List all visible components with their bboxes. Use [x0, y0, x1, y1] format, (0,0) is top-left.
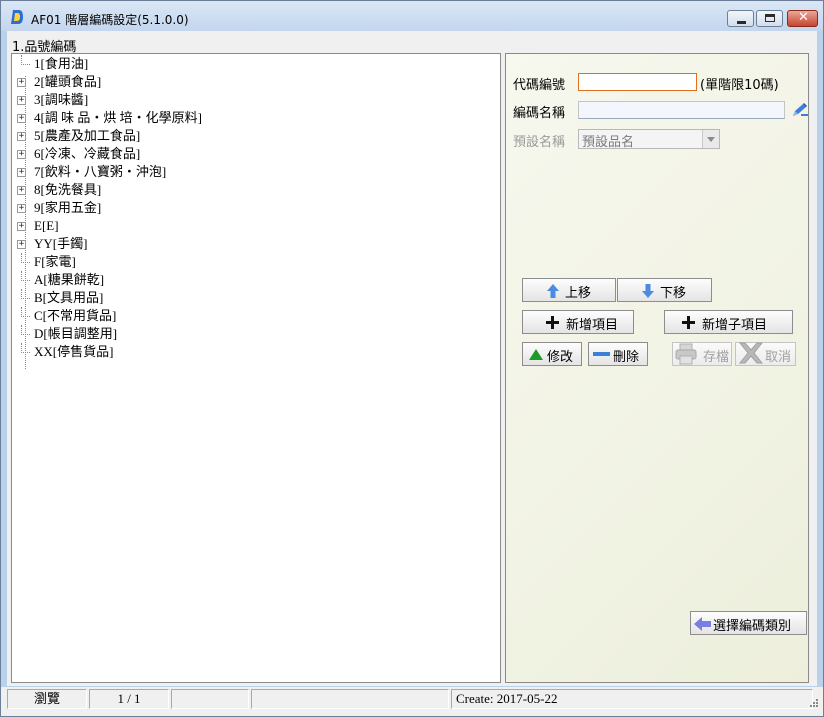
tree-item-label: 3[調味醬]	[34, 92, 89, 107]
tree-branch-line	[21, 55, 30, 65]
expand-toggle-icon[interactable]: +	[17, 150, 26, 159]
maximize-button[interactable]	[756, 10, 783, 27]
tree-branch-line	[21, 325, 30, 335]
expand-toggle-icon[interactable]: +	[17, 240, 26, 249]
expand-toggle-icon[interactable]: +	[17, 132, 26, 141]
x-cancel-icon	[738, 342, 764, 364]
cancel-label: 取消	[765, 350, 792, 365]
status-bar: 瀏覽 1 / 1 Create: 2017-05-22	[1, 687, 823, 716]
window-title: AF01 階層編碼設定(5.1.0.0)	[31, 13, 189, 27]
code-label: 代碼編號	[513, 78, 566, 93]
expand-toggle-icon[interactable]: +	[17, 186, 26, 195]
expand-toggle-icon[interactable]: +	[17, 78, 26, 87]
tree-item-label: 9[家用五金]	[34, 200, 102, 215]
add-child-button[interactable]: 新增子項目	[664, 310, 793, 334]
status-mode: 瀏覽	[7, 689, 87, 709]
add-child-label: 新增子項目	[702, 318, 768, 333]
tree-item-label: YY[手鐲]	[34, 236, 88, 251]
tree-item-label: 2[罐頭食品]	[34, 74, 102, 89]
select-category-label: 選擇編碼類別	[713, 619, 792, 634]
status-created: Create: 2017-05-22	[451, 689, 813, 709]
edit-pen-icon[interactable]	[791, 102, 809, 118]
delete-button[interactable]: 刪除	[588, 342, 648, 366]
name-input[interactable]	[578, 101, 785, 119]
tree-branch-line	[21, 253, 30, 263]
tree-item-label: E[E]	[34, 218, 59, 233]
tree-branch-line	[21, 343, 30, 353]
tree-branch-line	[21, 307, 30, 317]
dropdown-arrow	[702, 130, 719, 148]
app-logo-icon	[11, 10, 23, 24]
title-bar[interactable]: AF01 階層編碼設定(5.1.0.0) ✕	[1, 1, 823, 31]
edit-panel: 代碼編號 (單階限10碼) 編碼名稱 預設名稱 預設品名 上移 下移 新增項目 …	[505, 53, 809, 683]
save-button[interactable]: 存檔	[672, 342, 732, 366]
cancel-button[interactable]: 取消	[735, 342, 796, 366]
tree-item-label: 1[食用油]	[34, 56, 89, 71]
close-button[interactable]: ✕	[787, 10, 818, 27]
tree-item-label: C[不常用貨品]	[34, 308, 117, 323]
tree-item-label: D[帳目調整用]	[34, 326, 118, 341]
category-tree[interactable]: 1[食用油] +2[罐頭食品] +3[調味醬] +4[調 味 品・烘 培・化學原料] +…	[11, 53, 501, 683]
select-category-button[interactable]: 選擇編碼類別	[690, 611, 807, 635]
add-item-button[interactable]: 新增項目	[522, 310, 634, 334]
status-page: 1 / 1	[89, 689, 169, 709]
close-icon: ✕	[798, 10, 809, 25]
minimize-button[interactable]	[727, 10, 754, 27]
arrow-up-icon	[547, 284, 559, 298]
move-up-label: 上移	[565, 286, 592, 301]
code-input[interactable]	[578, 73, 697, 91]
tree-branch-line	[21, 271, 30, 281]
code-hint: (單階限10碼)	[700, 78, 779, 93]
tree-item-label: 6[冷凍、冷藏食品]	[34, 146, 141, 161]
arrow-left-icon	[694, 617, 711, 631]
triangle-up-icon	[529, 349, 543, 360]
tree-item-label: 7[飲料・八寶粥・沖泡]	[34, 164, 167, 179]
plus-icon	[682, 316, 695, 329]
add-item-label: 新增項目	[566, 318, 619, 333]
arrow-down-icon	[642, 284, 654, 298]
expand-toggle-icon[interactable]: +	[17, 168, 26, 177]
name-label: 編碼名稱	[513, 106, 566, 121]
plus-icon	[546, 316, 559, 329]
move-down-label: 下移	[660, 286, 687, 301]
tree-branch-line	[21, 289, 30, 299]
expand-toggle-icon[interactable]: +	[17, 96, 26, 105]
tree-item-label: 4[調 味 品・烘 培・化學原料]	[34, 110, 202, 125]
app-window: AF01 階層編碼設定(5.1.0.0) ✕ 1.品號編碼 1[食用油] +2[罐…	[0, 0, 824, 717]
expand-toggle-icon[interactable]: +	[17, 114, 26, 123]
client-area: 1.品號編碼 1[食用油] +2[罐頭食品] +3[調味醬] +4[調 味 品・烘 培…	[7, 31, 817, 686]
move-down-button[interactable]: 下移	[617, 278, 712, 302]
status-cell-4	[251, 689, 449, 709]
resize-grip-icon[interactable]	[809, 698, 819, 708]
minus-icon	[593, 352, 610, 356]
chevron-down-icon	[707, 137, 715, 142]
status-cell-3	[171, 689, 249, 709]
printer-save-icon	[675, 343, 697, 365]
expand-toggle-icon[interactable]: +	[17, 222, 26, 231]
delete-label: 刪除	[613, 350, 640, 365]
move-up-button[interactable]: 上移	[522, 278, 616, 302]
default-name-label: 預設名稱	[513, 135, 566, 150]
tree-item-label: 8[免洗餐具]	[34, 182, 102, 197]
default-name-value: 預設品名	[582, 135, 635, 150]
save-label: 存檔	[703, 350, 730, 365]
edit-button[interactable]: 修改	[522, 342, 582, 366]
tree-item-label: 5[農產及加工食品]	[34, 128, 141, 143]
maximize-icon	[765, 14, 775, 22]
tree-item-label: XX[停售貨品]	[34, 344, 114, 359]
expand-toggle-icon[interactable]: +	[17, 204, 26, 213]
tree-item-label: A[糖果餅乾]	[34, 272, 105, 287]
tree-item-label: B[文具用品]	[34, 290, 104, 305]
default-name-select: 預設品名	[578, 129, 720, 150]
tree-item-label: F[家電]	[34, 254, 76, 269]
edit-label: 修改	[547, 350, 574, 365]
minimize-icon	[737, 21, 746, 24]
